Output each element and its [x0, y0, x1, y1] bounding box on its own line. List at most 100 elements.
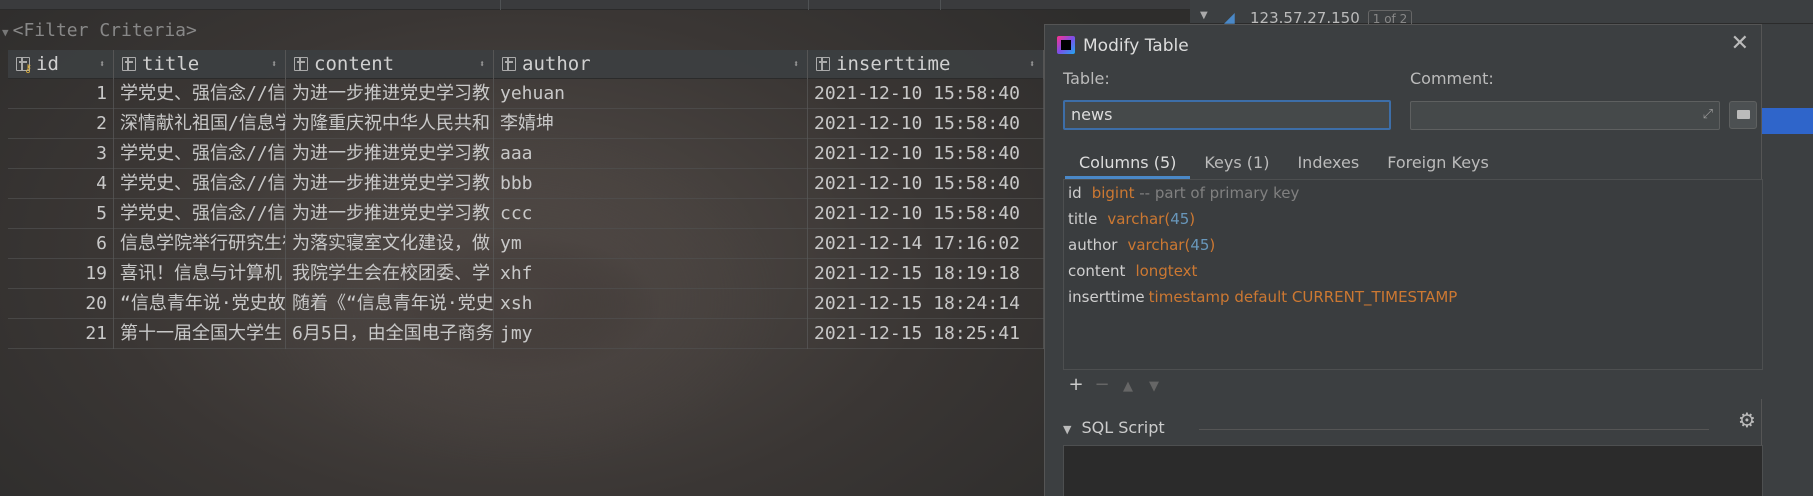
tab-indexes[interactable]: Indexes: [1283, 147, 1373, 179]
cell-inserttime[interactable]: 2021-12-15 18:19:18: [808, 259, 1044, 289]
cell-author[interactable]: bbb: [494, 169, 808, 199]
cell-id[interactable]: 3: [8, 139, 114, 169]
chevron-down-icon[interactable]: ▼: [1200, 10, 1208, 21]
add-icon[interactable]: +: [1063, 370, 1089, 400]
column-header-id[interactable]: ⚷ id ⬍: [8, 50, 114, 79]
cell-content[interactable]: 随着《“信息青年说·党史: [286, 289, 494, 319]
table-row[interactable]: 5 学党史、强信念//信 为进一步推进党史学习教 ccc 2021-12-10 15:5…: [8, 199, 1044, 229]
move-down-icon[interactable]: ▼: [1141, 372, 1167, 402]
list-item[interactable]: inserttime timestamp default CURRENT_TIME…: [1064, 284, 1762, 310]
sort-icon[interactable]: ⬍: [793, 50, 799, 79]
table-row[interactable]: 19 喜讯！信息与计算机 我院学生会在校团委、学 xhf 2021-12-15 18:1…: [8, 259, 1044, 289]
table-label: Table:: [1063, 69, 1110, 88]
chevron-down-icon[interactable]: ▼: [2, 26, 9, 39]
column-header-title[interactable]: title ⬍: [114, 50, 286, 79]
cell-content[interactable]: 6月5日，由全国电子商务: [286, 319, 494, 349]
comment-editor-button[interactable]: [1729, 101, 1757, 129]
columns-toolbar: + − ▲ ▼: [1063, 369, 1763, 399]
cell-author[interactable]: yehuan: [494, 79, 808, 109]
table-name-input[interactable]: news: [1063, 100, 1391, 130]
cell-inserttime[interactable]: 2021-12-15 18:24:14: [808, 289, 1044, 319]
cell-id[interactable]: 1: [8, 79, 114, 109]
cell-inserttime[interactable]: 2021-12-10 15:58:40: [808, 169, 1044, 199]
sort-icon[interactable]: ⬍: [99, 50, 105, 79]
cell-content[interactable]: 为隆重庆祝中华人民共和: [286, 109, 494, 139]
cell-content[interactable]: 我院学生会在校团委、学: [286, 259, 494, 289]
cell-title[interactable]: 第十一届全国大学生: [114, 319, 286, 349]
table-row[interactable]: 3 学党史、强信念//信 为进一步推进党史学习教 aaa 2021-12-10 15:5…: [8, 139, 1044, 169]
chevron-down-icon[interactable]: ▼: [1063, 423, 1071, 436]
cell-id[interactable]: 19: [8, 259, 114, 289]
sort-icon[interactable]: ⬍: [271, 50, 277, 79]
list-item[interactable]: id bigint -- part of primary key: [1064, 180, 1762, 206]
expand-icon[interactable]: ⤢: [1703, 107, 1713, 122]
cell-inserttime[interactable]: 2021-12-10 15:58:40: [808, 199, 1044, 229]
tab-foreign-keys[interactable]: Foreign Keys: [1373, 147, 1503, 179]
cell-author[interactable]: ccc: [494, 199, 808, 229]
list-item[interactable]: title varchar(45): [1064, 206, 1762, 232]
grid-header: ⚷ id ⬍ title ⬍ content ⬍ author ⬍ inserttime ⬍: [8, 50, 1044, 79]
cell-author[interactable]: 李婧坤: [494, 109, 808, 139]
cell-inserttime[interactable]: 2021-12-10 15:58:40: [808, 79, 1044, 109]
column-header-inserttime[interactable]: inserttime ⬍: [808, 50, 1044, 79]
cell-content[interactable]: 为进一步推进党史学习教: [286, 199, 494, 229]
cell-inserttime[interactable]: 2021-12-10 15:58:40: [808, 109, 1044, 139]
cell-author[interactable]: xsh: [494, 289, 808, 319]
comment-input[interactable]: ⤢: [1410, 101, 1720, 130]
cell-content[interactable]: 为进一步推进党史学习教: [286, 139, 494, 169]
cell-id[interactable]: 2: [8, 109, 114, 139]
table-row[interactable]: 2 深情献礼祖国/信息学 为隆重庆祝中华人民共和 李婧坤 2021-12-10 15:5…: [8, 109, 1044, 139]
close-icon[interactable]: ✕: [1731, 29, 1749, 59]
table-row[interactable]: 6 信息学院举行研究生宿 为落实寝室文化建设，做 ym 2021-12-14 17:16…: [8, 229, 1044, 259]
cell-id[interactable]: 6: [8, 229, 114, 259]
filter-criteria[interactable]: ▼ <Filter Criteria>: [0, 13, 197, 49]
selected-tree-row[interactable]: [1762, 108, 1813, 134]
table-row[interactable]: 20 “信息青年说·党史故 随着《“信息青年说·党史 xsh 2021-12-15 18…: [8, 289, 1044, 319]
cell-content[interactable]: 为进一步推进党史学习教: [286, 169, 494, 199]
cell-title[interactable]: “信息青年说·党史故: [114, 289, 286, 319]
cell-author[interactable]: jmy: [494, 319, 808, 349]
columns-list: id bigint -- part of primary key title var…: [1063, 179, 1763, 393]
top-toolbar-strip: [0, 0, 1190, 10]
cell-title[interactable]: 学党史、强信念//信: [114, 79, 286, 109]
jetbrains-logo-icon: [1057, 36, 1075, 54]
cell-inserttime[interactable]: 2021-12-10 15:58:40: [808, 139, 1044, 169]
cell-title[interactable]: 喜讯！信息与计算机: [114, 259, 286, 289]
list-item[interactable]: content longtext: [1064, 258, 1762, 284]
tab-keys[interactable]: Keys (1): [1190, 147, 1283, 179]
cell-content[interactable]: 为落实寝室文化建设，做: [286, 229, 494, 259]
cell-id[interactable]: 4: [8, 169, 114, 199]
dialog-title: Modify Table: [1057, 31, 1189, 61]
cell-author[interactable]: aaa: [494, 139, 808, 169]
remove-icon[interactable]: −: [1089, 370, 1115, 400]
right-side-strip: [1762, 24, 1813, 496]
cell-author[interactable]: xhf: [494, 259, 808, 289]
cell-id[interactable]: 21: [8, 319, 114, 349]
cell-title[interactable]: 学党史、强信念//信: [114, 169, 286, 199]
sort-icon[interactable]: ⬍: [1029, 50, 1035, 79]
cell-title[interactable]: 学党史、强信念//信: [114, 139, 286, 169]
table-row[interactable]: 4 学党史、强信念//信 为进一步推进党史学习教 bbb 2021-12-10 15:5…: [8, 169, 1044, 199]
column-header-content[interactable]: content ⬍: [286, 50, 494, 79]
cell-inserttime[interactable]: 2021-12-14 17:16:02: [808, 229, 1044, 259]
list-item[interactable]: author varchar(45): [1064, 232, 1762, 258]
cell-title[interactable]: 信息学院举行研究生宿: [114, 229, 286, 259]
gear-icon[interactable]: ⚙: [1738, 408, 1756, 432]
table-row[interactable]: 1 学党史、强信念//信 为进一步推进党史学习教 yehuan 2021-12-10 1…: [8, 79, 1044, 109]
cell-id[interactable]: 5: [8, 199, 114, 229]
cell-author[interactable]: ym: [494, 229, 808, 259]
database-tree-panel: ▼ ◢ 123.57.27.150 1 of 2: [1190, 0, 1813, 28]
sql-script-toggle[interactable]: ▼ SQL Script: [1063, 413, 1165, 443]
sql-script-editor[interactable]: [1063, 445, 1763, 496]
cell-content[interactable]: 为进一步推进党史学习教: [286, 79, 494, 109]
tab-columns[interactable]: Columns (5): [1065, 147, 1191, 179]
move-up-icon[interactable]: ▲: [1115, 372, 1141, 402]
column-header-author[interactable]: author ⬍: [494, 50, 808, 79]
cell-id[interactable]: 20: [8, 289, 114, 319]
table-column-icon: [122, 57, 136, 71]
sort-icon[interactable]: ⬍: [479, 50, 485, 79]
cell-title[interactable]: 深情献礼祖国/信息学: [114, 109, 286, 139]
cell-inserttime[interactable]: 2021-12-15 18:25:41: [808, 319, 1044, 349]
cell-title[interactable]: 学党史、强信念//信: [114, 199, 286, 229]
table-row[interactable]: 21 第十一届全国大学生 6月5日，由全国电子商务 jmy 2021-12-15 18:…: [8, 319, 1044, 349]
